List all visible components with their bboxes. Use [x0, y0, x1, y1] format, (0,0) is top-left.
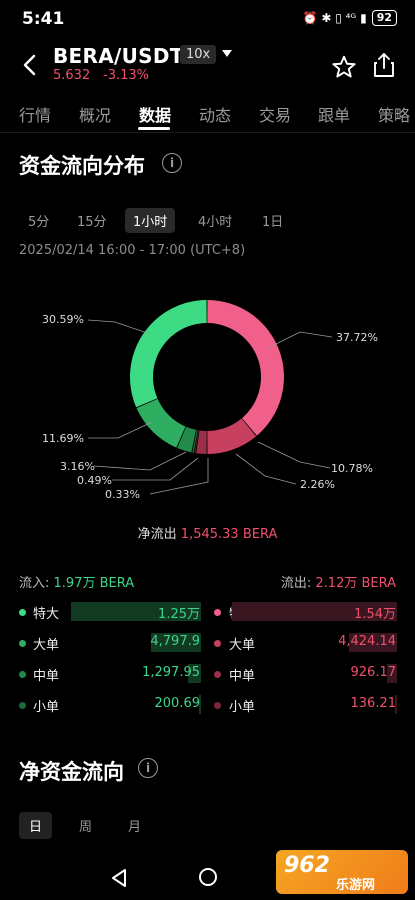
pct-label-in-s: 0.49% [77, 474, 112, 487]
nav-back-icon[interactable] [110, 868, 128, 888]
inflow-label: 流入: [19, 576, 50, 591]
battery-indicator: 92 [371, 10, 397, 26]
inflow-row-label: 小单 [33, 700, 60, 715]
pct-label-out-xl: 37.72% [336, 331, 378, 344]
tab-copy[interactable]: 跟单 [318, 102, 350, 126]
leader-line [87, 319, 151, 335]
watermark-logo: 962 乐游网 [276, 850, 408, 894]
outflow-row-value: 136.21 [350, 696, 397, 711]
share-icon[interactable] [372, 52, 396, 78]
inflow-dot [19, 671, 26, 678]
inflow-row-value: 200.69 [154, 696, 201, 711]
net-flow-value: 1,545.33 BERA [180, 527, 278, 542]
tab-strategy[interactable]: 策略 [378, 102, 410, 126]
date-range: 2025/02/14 16:00 - 17:00 (UTC+8) [19, 243, 246, 258]
nav-home-icon[interactable] [199, 868, 217, 886]
outflow-total: 流出: 2.12万 BERA [281, 572, 396, 591]
period-1h[interactable]: 1小时 [125, 208, 176, 233]
period-1d[interactable]: 1日 [254, 208, 291, 233]
period-week[interactable]: 周 [69, 812, 102, 839]
status-time: 5:41 [22, 9, 65, 29]
pair-title[interactable]: BERA/USDT [53, 44, 184, 68]
last-price: 5.632 [53, 68, 91, 83]
status-icons-glyphs: ⏰ ✱ ▯ ⁴ᴳ ▮ [302, 11, 367, 25]
leader-line [149, 458, 209, 495]
tab-data[interactable]: 数据 [139, 102, 171, 126]
period-5m[interactable]: 5分 [20, 208, 57, 233]
dropdown-caret-icon[interactable] [222, 50, 232, 57]
active-tab-indicator [138, 127, 170, 130]
pct-label-in-m: 3.16% [60, 460, 95, 473]
leverage-badge[interactable]: 10x [180, 45, 217, 64]
leader-line [93, 451, 187, 471]
net-flow: 净流出 1,545.33 BERA [0, 523, 415, 542]
tab-bar: 行情 概况 数据 动态 交易 跟单 策略 [0, 98, 415, 132]
section-title-fund-flow: 资金流向分布 [19, 154, 145, 178]
slice-inflow-xl [130, 300, 207, 408]
pct-label-in-l: 11.69% [42, 432, 84, 445]
leader-line [267, 331, 333, 349]
inflow-dot [19, 640, 26, 647]
tab-overview[interactable]: 概况 [79, 102, 111, 126]
inflow-row-value: 1,297.95 [142, 665, 200, 680]
tab-news[interactable]: 动态 [199, 102, 231, 126]
watermark-number: 962 [284, 853, 330, 878]
outflow-row-label: 中单 [229, 669, 256, 684]
inflow-row-label: 中单 [33, 669, 60, 684]
inflow-total: 流入: 1.97万 BERA [19, 572, 134, 591]
leader-line [257, 441, 331, 469]
outflow-row-value: 1.54万 [354, 607, 396, 622]
status-icons: ⏰ ✱ ▯ ⁴ᴳ ▮ 92 [303, 10, 397, 26]
outflow-row-label: 大单 [229, 638, 256, 653]
inflow-dot [19, 702, 26, 709]
tab-trade[interactable]: 交易 [259, 102, 291, 126]
pct-label-out-m: 2.26% [300, 478, 335, 491]
net-flow-label: 净流出 [137, 527, 177, 542]
outflow-row-value: 4,424.14 [338, 634, 396, 649]
slice-outflow-xl [207, 300, 284, 436]
outflow-dot [214, 640, 221, 647]
period-day[interactable]: 日 [19, 812, 53, 839]
inflow-value: 1.97万 BERA [53, 576, 135, 591]
inflow-row-label: 特大 [33, 607, 60, 622]
outflow-dot [214, 671, 221, 678]
pct-label-out-l: 10.78% [331, 462, 373, 475]
outflow-dot [214, 702, 221, 709]
inflow-dot [19, 609, 26, 616]
period-15m[interactable]: 15分 [69, 208, 115, 233]
inflow-row-value: 1.25万 [158, 607, 200, 622]
period-month[interactable]: 月 [118, 812, 151, 839]
pct-label-out-s: 0.33% [105, 488, 140, 501]
pct-label-in-xl: 30.59% [42, 313, 84, 326]
outflow-row-value: 926.17 [350, 665, 397, 680]
tab-market[interactable]: 行情 [19, 102, 51, 126]
leader-line [112, 457, 199, 481]
slice-inflow-l [136, 398, 186, 448]
inflow-row-label: 大单 [33, 638, 60, 653]
info-icon[interactable]: i [138, 758, 158, 778]
section-title-net-fund: 净资金流向 [19, 760, 124, 784]
outflow-dot [214, 609, 221, 616]
outflow-label: 流出: [280, 576, 312, 591]
outflow-value: 2.12万 BERA [315, 576, 396, 591]
divider [0, 132, 415, 133]
period-4h[interactable]: 4小时 [190, 208, 240, 233]
price-change: -3.13% [103, 68, 149, 83]
watermark-text: 乐游网 [336, 878, 376, 893]
info-icon[interactable]: i [162, 153, 182, 173]
inflow-row-value: 4,797.9 [150, 634, 200, 649]
outflow-row-label: 小单 [229, 700, 256, 715]
star-icon[interactable] [331, 54, 357, 80]
leader-line [235, 453, 297, 485]
back-arrow-icon[interactable] [22, 54, 38, 76]
leader-line [88, 421, 153, 439]
